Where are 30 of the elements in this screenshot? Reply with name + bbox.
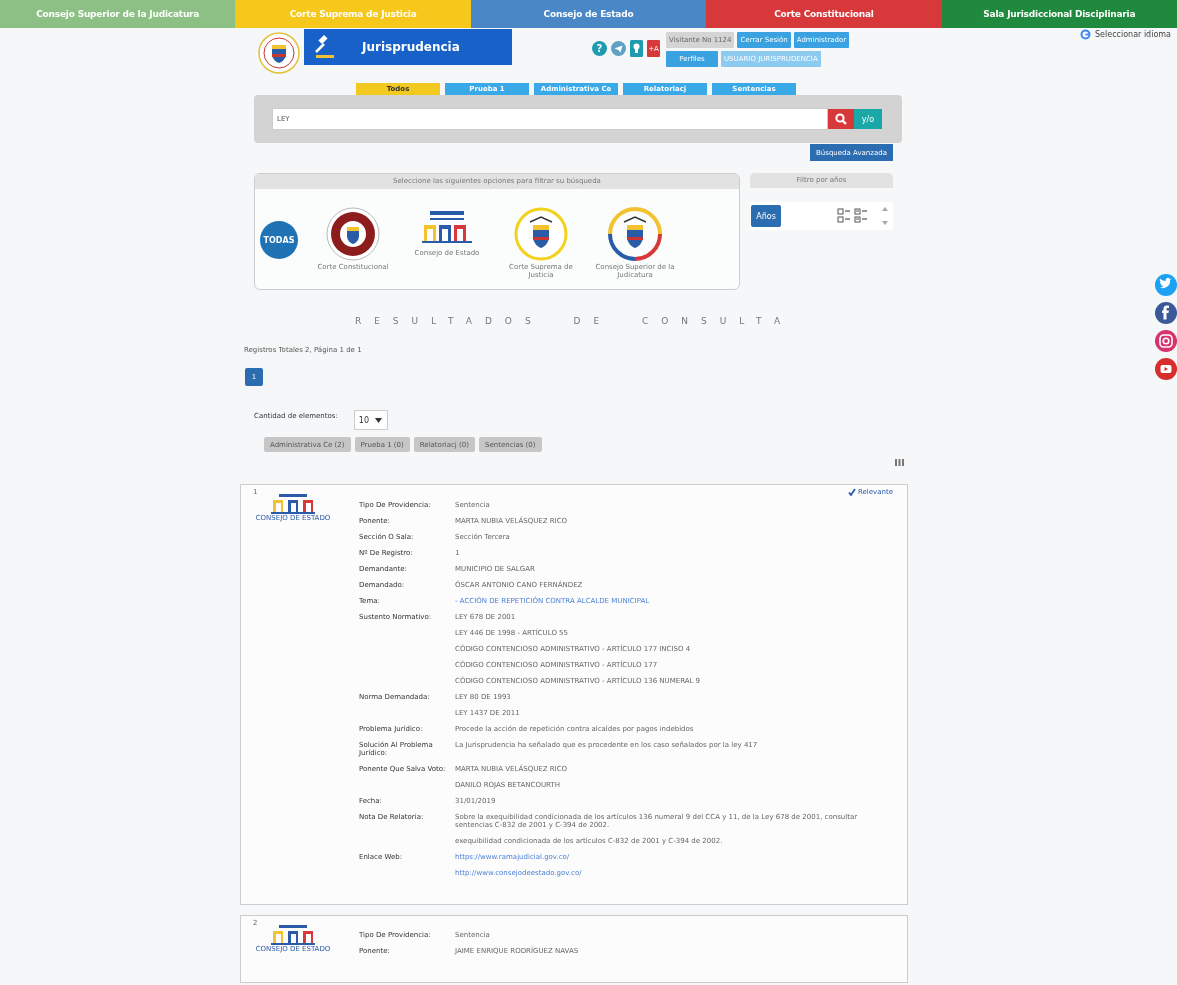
language-selector[interactable]: Seleccionar idioma (1080, 29, 1171, 40)
spinner-arrows-icon (881, 205, 889, 227)
search-button[interactable] (828, 109, 854, 129)
camera-icon[interactable] (1155, 330, 1177, 352)
all-courts-button[interactable]: TODAS (260, 221, 298, 259)
banner-title: Jurisprudencia (362, 40, 460, 54)
bird-icon[interactable] (1155, 274, 1177, 296)
court-link[interactable]: Corte Constitucional (706, 0, 942, 28)
years-button[interactable]: Años (751, 205, 781, 227)
court-link[interactable]: Consejo de Estado (470, 0, 707, 28)
help-button[interactable]: ? (592, 41, 607, 56)
page-size-select[interactable]: 10 (353, 410, 388, 430)
play-icon[interactable] (1155, 358, 1177, 380)
crest-emblem-icon (258, 32, 300, 74)
results-heading: RESULTADOS DE CONSULTA (354, 316, 794, 328)
search-icon (835, 113, 847, 125)
and-or-button[interactable]: y/o (854, 109, 882, 129)
language-label[interactable]: Seleccionar idioma (1095, 30, 1171, 39)
letter-f-icon[interactable] (1155, 302, 1177, 324)
seal-emblem-icon (514, 207, 568, 261)
seal-emblem-icon (608, 207, 662, 261)
paper-plane-icon (611, 41, 626, 56)
google-icon (1080, 29, 1091, 40)
court-link[interactable]: Sala Jurisdiccional Disciplinaria (941, 0, 1177, 28)
caret-icon (375, 417, 383, 423)
seal-emblem-icon (326, 207, 380, 261)
building-icon (271, 924, 315, 945)
building-icon (271, 494, 315, 514)
checklist-icon (837, 208, 869, 224)
grid-icon (895, 459, 904, 466)
